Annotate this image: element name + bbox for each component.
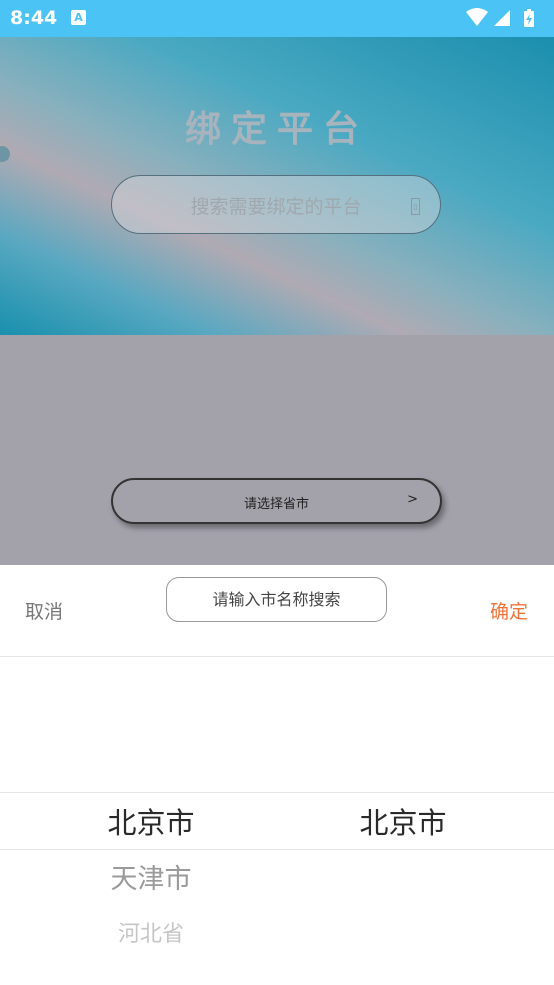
- status-time: 8:44: [10, 7, 58, 29]
- city-search-input[interactable]: [166, 577, 387, 622]
- platform-search-placeholder: 搜索需要绑定的平台: [190, 196, 362, 218]
- selection-line-top: [0, 792, 554, 793]
- city-option-selected[interactable]: 北京市: [328, 800, 478, 842]
- header-divider: [0, 656, 554, 657]
- page-title: 绑定平台: [184, 109, 369, 150]
- chevron-right-icon: >: [407, 492, 418, 507]
- search-icon: ▯: [411, 198, 420, 215]
- selection-line-bottom: [0, 849, 554, 850]
- status-bar: 8:44 A: [0, 0, 554, 37]
- app-notification-icon: A: [71, 10, 86, 25]
- region-select-button[interactable]: 请选择省市 >: [111, 478, 442, 524]
- province-option[interactable]: 河北省: [76, 916, 226, 948]
- cancel-button[interactable]: 取消: [25, 597, 63, 624]
- platform-search-box[interactable]: 搜索需要绑定的平台 ▯: [111, 175, 441, 234]
- province-option[interactable]: 天津市: [76, 857, 226, 896]
- status-icons: [466, 8, 534, 27]
- wifi-icon: [466, 8, 488, 26]
- region-select-label: 请选择省市: [243, 497, 309, 512]
- battery-icon: [524, 9, 534, 27]
- region-picker-sheet: 取消 确定 北京市 天津市 河北省 北京市: [0, 565, 554, 985]
- confirm-button[interactable]: 确定: [490, 597, 528, 624]
- content-overlay: [0, 335, 554, 565]
- province-option-selected[interactable]: 北京市: [76, 800, 226, 842]
- signal-icon: [494, 10, 510, 26]
